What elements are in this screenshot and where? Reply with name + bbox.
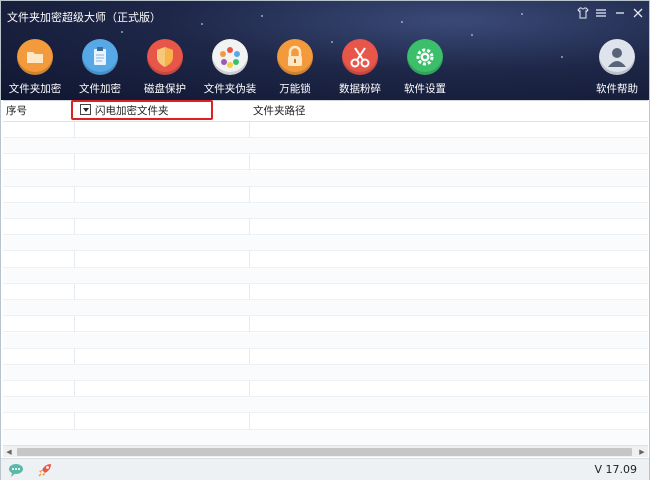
table-row[interactable] (3, 349, 648, 365)
table-row[interactable] (3, 429, 648, 445)
folder-icon (17, 39, 53, 75)
table-row[interactable] (3, 267, 648, 284)
data-shred-button[interactable]: 数据粉碎 (328, 39, 392, 96)
title-bar: 文件夹加密超级大师（正式版） 文件夹加密 文件加密 磁盘保护 文件夹伪装 万能锁… (1, 1, 649, 100)
star-decoration (521, 13, 523, 15)
toolbar-label: 文件夹加密 (8, 83, 62, 95)
table-row[interactable] (3, 316, 648, 333)
table-row[interactable] (3, 235, 648, 252)
toolbar-label: 软件帮助 (596, 83, 638, 95)
table-row[interactable] (3, 170, 648, 187)
user-icon (599, 39, 635, 75)
chat-icon[interactable] (8, 462, 24, 478)
table-row[interactable] (3, 332, 648, 349)
toolbar-label: 万能锁 (279, 83, 311, 95)
table-row[interactable] (3, 284, 648, 300)
table-row[interactable] (3, 203, 648, 219)
version-label: V 17.09 (594, 463, 637, 476)
column-header-index[interactable]: 序号 (3, 101, 74, 122)
star-decoration (561, 56, 563, 58)
toolbar-label: 文件夹伪装 (203, 83, 257, 95)
rocket-icon[interactable] (37, 462, 53, 478)
file-encrypt-button[interactable]: 文件加密 (68, 39, 132, 96)
folder-encrypt-button[interactable]: 文件夹加密 (3, 39, 67, 96)
star-decoration (261, 15, 263, 17)
lock-icon (277, 39, 313, 75)
table-row[interactable] (3, 365, 648, 381)
gear-icon (407, 39, 443, 75)
folder-table: 序号 闪电加密文件夹 文件夹路径 (3, 100, 648, 445)
scissors-icon (342, 39, 378, 75)
star-decoration (121, 31, 123, 33)
app-window: 文件夹加密超级大师（正式版） 文件夹加密 文件加密 磁盘保护 文件夹伪装 万能锁… (0, 0, 650, 480)
scrollbar-thumb[interactable] (17, 448, 632, 456)
shield-icon (147, 39, 183, 75)
master-lock-button[interactable]: 万能锁 (263, 39, 327, 96)
folder-disguise-button[interactable]: 文件夹伪装 (198, 39, 262, 96)
disk-protect-button[interactable]: 磁盘保护 (133, 39, 197, 96)
toolbar-label: 软件设置 (404, 83, 446, 95)
toolbar-label: 数据粉碎 (339, 83, 381, 95)
star-decoration (471, 34, 473, 36)
skin-icon[interactable] (575, 7, 591, 23)
menu-icon[interactable] (593, 7, 609, 23)
app-title: 文件夹加密超级大师（正式版） (7, 11, 161, 24)
close-icon[interactable] (630, 7, 646, 23)
scroll-left-icon[interactable]: ◀ (3, 446, 15, 458)
highlight-box (71, 100, 213, 120)
toolbar-label: 磁盘保护 (144, 83, 186, 95)
palette-icon (212, 39, 248, 75)
table-row[interactable] (3, 381, 648, 398)
document-icon (82, 39, 118, 75)
table-row[interactable] (3, 219, 648, 236)
table-row[interactable] (3, 397, 648, 414)
star-decoration (201, 23, 203, 25)
software-help-button[interactable]: 软件帮助 (585, 39, 649, 96)
table-row[interactable] (3, 252, 648, 268)
scroll-right-icon[interactable]: ▶ (636, 446, 648, 458)
column-header-path[interactable]: 文件夹路径 (250, 101, 450, 122)
table-row[interactable] (3, 122, 648, 138)
software-settings-button[interactable]: 软件设置 (393, 39, 457, 96)
table-row[interactable] (3, 187, 648, 203)
status-bar: V 17.09 (1, 458, 649, 480)
toolbar-label: 文件加密 (79, 83, 121, 95)
star-decoration (401, 21, 403, 23)
horizontal-scrollbar[interactable]: ◀ ▶ (3, 445, 648, 457)
table-row[interactable] (3, 154, 648, 171)
minimize-icon[interactable] (612, 7, 628, 23)
table-row[interactable] (3, 138, 648, 155)
table-row[interactable] (3, 300, 648, 317)
table-row[interactable] (3, 414, 648, 430)
